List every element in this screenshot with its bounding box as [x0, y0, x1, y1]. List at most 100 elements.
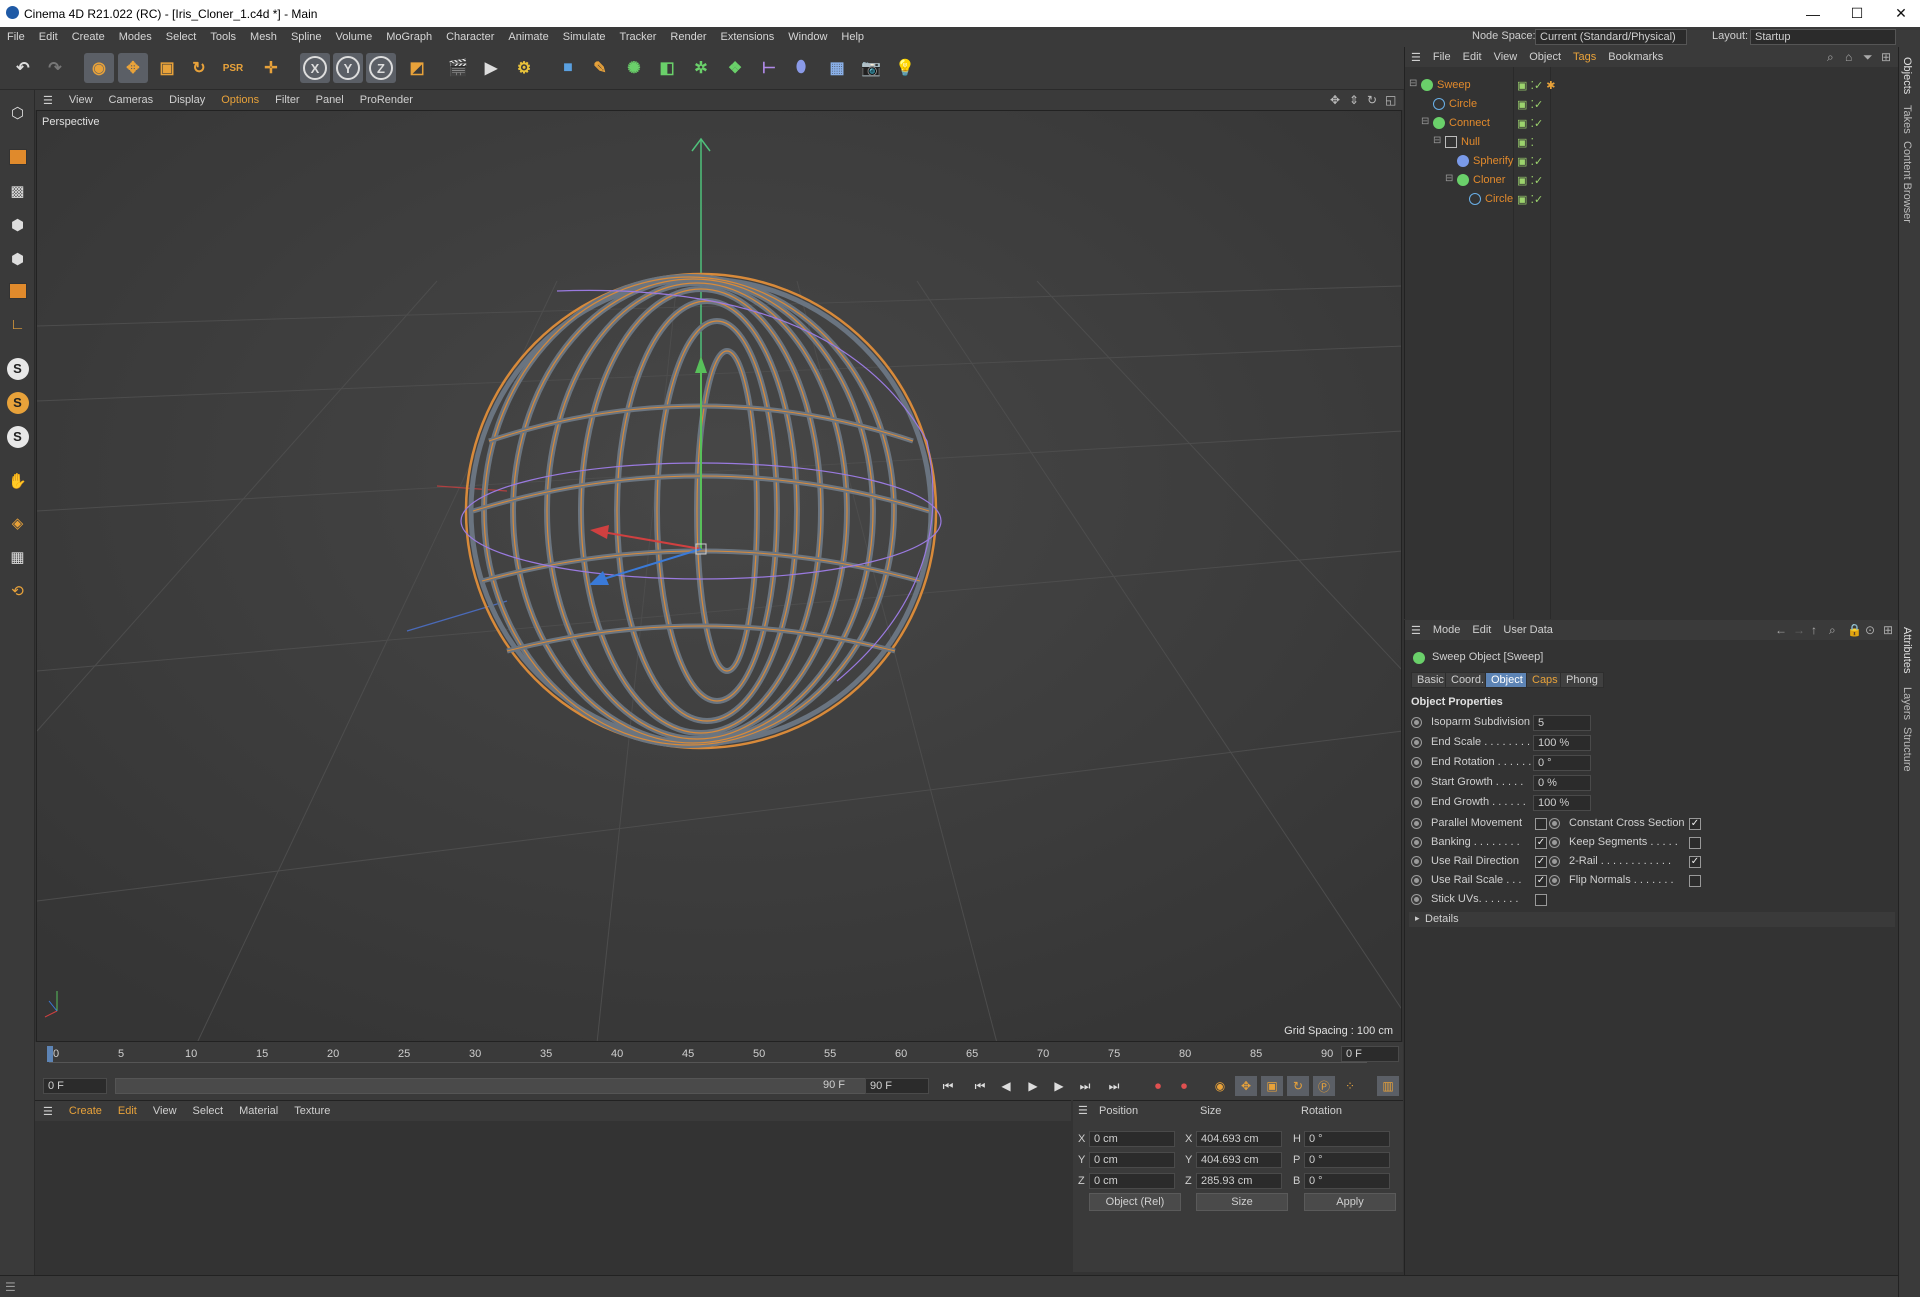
am-menu-mode[interactable]: Mode: [1427, 624, 1467, 636]
filter-icon[interactable]: ⏷: [1863, 50, 1873, 65]
visibility-check-icon[interactable]: ▣ ⁚: [1517, 136, 1534, 149]
size-y-field[interactable]: 404.693 cm: [1196, 1152, 1282, 1168]
side-tab-content-browser[interactable]: Content Browser: [1901, 141, 1913, 223]
transform-tool-icon[interactable]: ✛: [256, 53, 286, 83]
viewport-menu-prorender[interactable]: ProRender: [352, 94, 421, 106]
menu-select[interactable]: Select: [159, 31, 204, 43]
rot-h-field[interactable]: 0 °: [1304, 1131, 1390, 1147]
attr-value-field[interactable]: 0 %: [1533, 775, 1591, 791]
om-menu-view[interactable]: View: [1488, 51, 1524, 63]
back-arrow-icon[interactable]: ←: [1775, 623, 1787, 637]
axis-mode-icon[interactable]: ∟: [3, 310, 32, 339]
rot-b-field[interactable]: 0 °: [1304, 1173, 1390, 1189]
menu-create[interactable]: Create: [65, 31, 112, 43]
side-tab-structure[interactable]: Structure: [1901, 727, 1913, 772]
tab-caps[interactable]: Caps: [1526, 672, 1564, 688]
attr-checkbox[interactable]: [1535, 894, 1547, 906]
locked-workplane-icon[interactable]: ▦: [3, 542, 32, 571]
menu-animate[interactable]: Animate: [501, 31, 555, 43]
size-mode-select[interactable]: Size: [1196, 1193, 1288, 1211]
animate-radio[interactable]: [1411, 777, 1422, 788]
tab-object[interactable]: Object: [1485, 672, 1529, 688]
viewport-pan-icon[interactable]: ✥: [1330, 93, 1340, 107]
menu-tools[interactable]: Tools: [203, 31, 243, 43]
menu-window[interactable]: Window: [781, 31, 834, 43]
minimize-icon[interactable]: —: [1790, 0, 1836, 27]
3d-viewport[interactable]: Perspective Grid Spacing : 100 cm: [36, 110, 1402, 1042]
field-icon[interactable]: ⬮: [786, 53, 816, 83]
apply-button[interactable]: Apply: [1304, 1193, 1396, 1211]
menu-help[interactable]: Help: [834, 31, 871, 43]
tree-item-connect[interactable]: ⊟ Connect ▣ ⁚✓: [1405, 114, 1899, 133]
om-menu-file[interactable]: File: [1427, 51, 1457, 63]
previous-frame-icon[interactable]: ◀: [995, 1076, 1017, 1096]
visibility-check-icon[interactable]: ▣ ⁚✓: [1517, 155, 1543, 168]
menu-extensions[interactable]: Extensions: [713, 31, 781, 43]
attr-checkbox[interactable]: [1689, 875, 1701, 887]
layout-select[interactable]: Startup: [1750, 29, 1896, 45]
animate-radio[interactable]: [1411, 818, 1422, 829]
key-parameter-icon[interactable]: Ⓟ: [1313, 1076, 1335, 1096]
animate-radio[interactable]: [1411, 837, 1422, 848]
x-axis-lock[interactable]: X: [300, 53, 330, 83]
start-frame-field[interactable]: 0 F: [43, 1078, 107, 1094]
pos-x-field[interactable]: 0 cm: [1089, 1131, 1175, 1147]
attr-checkbox[interactable]: ✓: [1689, 856, 1701, 868]
go-to-start-icon[interactable]: ⏮: [937, 1076, 959, 1096]
rotate-tool-icon[interactable]: ↻: [184, 53, 214, 83]
om-menu-object[interactable]: Object: [1523, 51, 1567, 63]
hamburger-icon[interactable]: ☰: [35, 94, 61, 107]
menu-volume[interactable]: Volume: [329, 31, 380, 43]
collapse-icon[interactable]: ⊟: [1421, 116, 1429, 127]
viewport-dolly-icon[interactable]: ⇕: [1349, 93, 1359, 107]
keyframe-selection-icon[interactable]: ◉: [1209, 1076, 1231, 1096]
mograph-icon[interactable]: ❖: [720, 53, 750, 83]
key-rotation-icon[interactable]: ↻: [1287, 1076, 1309, 1096]
material-menu-select[interactable]: Select: [185, 1105, 232, 1117]
viewport-layout-icon[interactable]: ◱: [1385, 93, 1396, 107]
live-select-icon[interactable]: ◉: [84, 53, 114, 83]
tree-item-circle[interactable]: Circle ▣ ⁚✓: [1405, 95, 1899, 114]
menu-tracker[interactable]: Tracker: [613, 31, 664, 43]
side-tab-attributes[interactable]: Attributes: [1901, 627, 1913, 673]
attr-checkbox[interactable]: ✓: [1535, 837, 1547, 849]
next-frame-icon[interactable]: ▶: [1048, 1076, 1070, 1096]
new-view-icon[interactable]: ⊞: [1883, 623, 1893, 637]
menu-character[interactable]: Character: [439, 31, 501, 43]
menu-mograph[interactable]: MoGraph: [379, 31, 439, 43]
attr-value-field[interactable]: 100 %: [1533, 735, 1591, 751]
collapse-icon[interactable]: ⊟: [1409, 78, 1417, 89]
hamburger-icon[interactable]: ☰: [1405, 51, 1427, 64]
attr-value-field[interactable]: 100 %: [1533, 795, 1591, 811]
coordinate-mode-select[interactable]: Object (Rel): [1089, 1193, 1181, 1211]
hamburger-icon[interactable]: ☰: [1078, 1104, 1088, 1117]
size-x-field[interactable]: 404.693 cm: [1196, 1131, 1282, 1147]
cloner-icon[interactable]: ✲: [686, 53, 716, 83]
om-menu-edit[interactable]: Edit: [1457, 51, 1488, 63]
viewport-menu-view[interactable]: View: [61, 94, 101, 106]
menu-spline[interactable]: Spline: [284, 31, 329, 43]
z-axis-lock[interactable]: Z: [366, 53, 396, 83]
deformer-icon[interactable]: ⊢: [754, 53, 784, 83]
collapse-icon[interactable]: ⊟: [1445, 173, 1453, 184]
forward-arrow-icon[interactable]: →: [1793, 623, 1805, 637]
subdivision-icon[interactable]: ✺: [619, 53, 649, 83]
menu-mesh[interactable]: Mesh: [243, 31, 284, 43]
animate-radio[interactable]: [1411, 894, 1422, 905]
menu-edit[interactable]: Edit: [32, 31, 65, 43]
pen-spline-icon[interactable]: ✎: [585, 53, 615, 83]
tree-item-sweep[interactable]: ⊟ Sweep ▣ ⁚✓ ✱: [1405, 76, 1899, 95]
tree-item-cloner[interactable]: ⊟ Cloner ▣ ⁚✓: [1405, 171, 1899, 190]
hamburger-icon[interactable]: ☰: [35, 1105, 61, 1118]
attr-checkbox[interactable]: [1535, 818, 1547, 830]
tab-coord[interactable]: Coord.: [1445, 672, 1491, 688]
visibility-check-icon[interactable]: ▣ ⁚✓ ✱: [1517, 79, 1555, 92]
extrude-generator-icon[interactable]: ◧: [652, 53, 682, 83]
solo-icon[interactable]: S: [3, 422, 32, 451]
new-view-icon[interactable]: ⊞: [1881, 50, 1891, 64]
attr-value-field[interactable]: 0 °: [1533, 755, 1591, 771]
viewport-menu-panel[interactable]: Panel: [308, 94, 352, 106]
maximize-icon[interactable]: ☐: [1834, 0, 1880, 27]
visibility-check-icon[interactable]: ▣ ⁚✓: [1517, 193, 1543, 206]
visibility-check-icon[interactable]: ▣ ⁚✓: [1517, 98, 1543, 111]
